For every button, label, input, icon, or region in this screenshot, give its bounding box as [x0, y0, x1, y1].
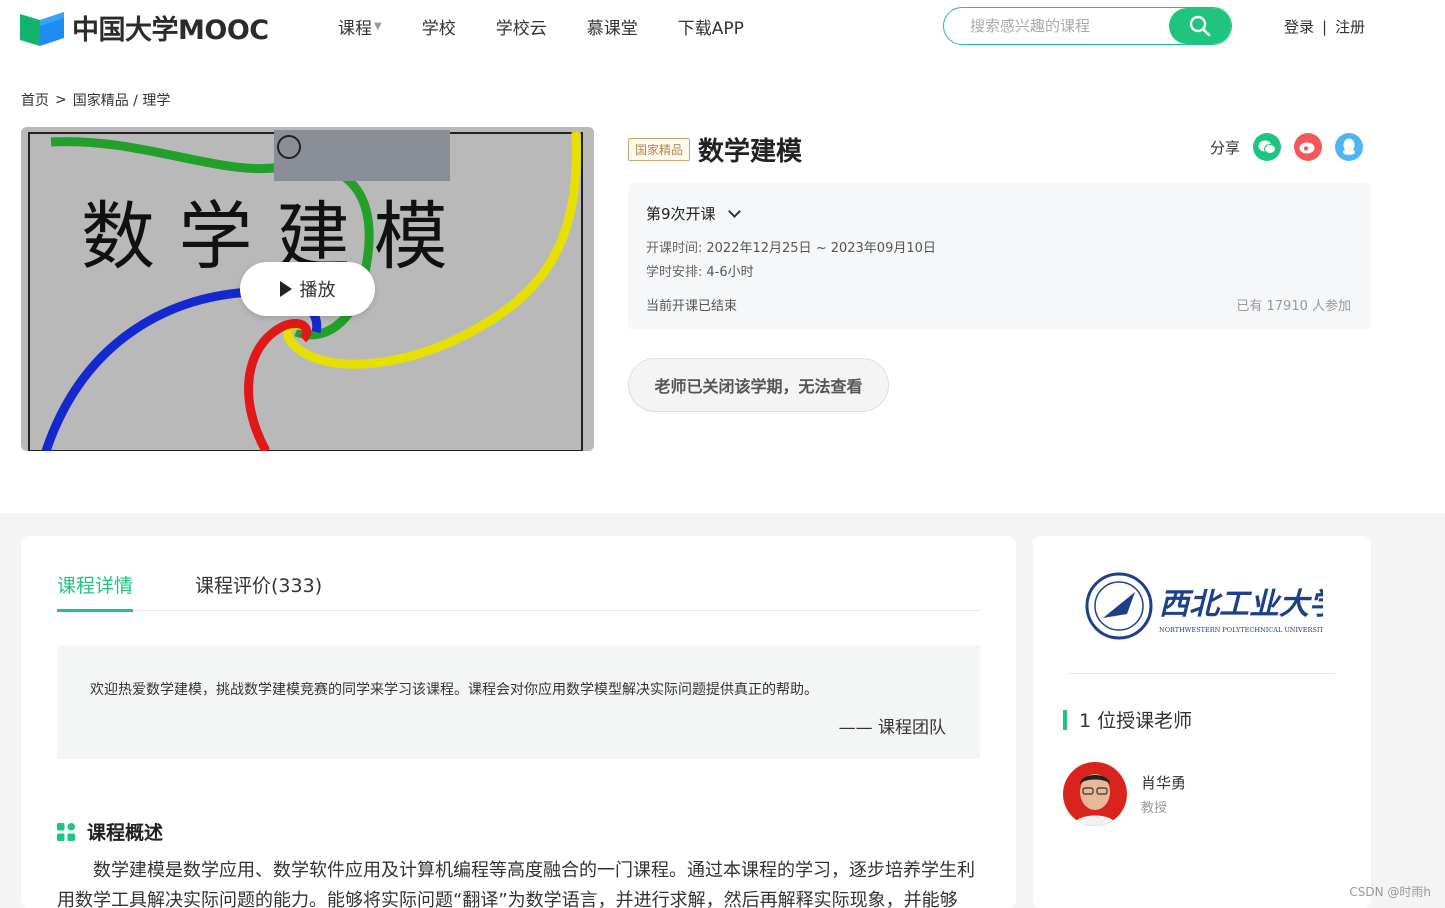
- nav-school-cloud[interactable]: 学校云: [496, 14, 547, 39]
- mooc-logo-icon: [20, 10, 66, 46]
- detail-tabs: 课程详情 课程评价(333): [57, 571, 980, 612]
- breadcrumb: 首页 > 国家精品 / 理学: [21, 90, 176, 110]
- participant-count: 已有 17910 人参加: [1236, 299, 1351, 314]
- intro-signature: —— 课程团队: [838, 718, 946, 738]
- intro-quote: 欢迎热爱数学建模，挑战数学建模竞赛的同学来学习该课程。课程会对你应用数学模型解决…: [57, 645, 980, 759]
- nav-school-cloud-label: 学校云: [495, 19, 547, 39]
- course-video-player[interactable]: 数 学 建 模 播放: [21, 127, 594, 451]
- nav-courses-label: 课程: [338, 19, 372, 39]
- auth-separator: |: [1322, 17, 1328, 36]
- term-status: 当前开课已结束: [646, 299, 738, 314]
- accent-bar: [1063, 709, 1067, 730]
- breadcrumb-home[interactable]: 首页: [21, 90, 49, 110]
- term-info-panel: 第9次开课 开课时间: 2022年12月25日 ~ 2023年09月10日 学时安…: [628, 183, 1371, 330]
- search-button[interactable]: [1169, 8, 1231, 44]
- course-detail-card: 课程详情 课程评价(333) 欢迎热爱数学建模，挑战数学建模竞赛的同学来学习该课…: [21, 536, 1016, 908]
- top-header: 中国大学MOOC 课程 ▼ 学校 学校云 慕课堂 下载APP 登录 | 注册: [0, 0, 1445, 56]
- university-logo[interactable]: 西北工业大学 NORTHWESTERN POLYTECHNICAL UNIVER…: [1083, 566, 1343, 646]
- chevron-down-icon: [727, 204, 741, 218]
- weibo-icon[interactable]: [1294, 133, 1323, 161]
- teacher-title: 教授: [1141, 801, 1168, 816]
- term-time: 开课时间: 2022年12月25日 ~ 2023年09月10日: [646, 237, 936, 256]
- nav-schools-label: 学校: [421, 19, 456, 39]
- course-title: 数学建模: [698, 137, 803, 167]
- term-selector[interactable]: 第9次开课: [646, 203, 741, 224]
- term-hours-label: 学时安排:: [646, 265, 703, 280]
- main-nav: 课程 ▼ 学校 学校云 慕课堂 下载APP: [338, 14, 784, 39]
- nav-schools[interactable]: 学校: [422, 14, 456, 39]
- grid-icon: [57, 822, 75, 841]
- nav-courses[interactable]: 课程 ▼: [338, 14, 382, 39]
- search-icon: [1189, 15, 1211, 37]
- nav-download-app-label: 下载APP: [677, 19, 744, 39]
- logo-text: 中国大学MOOC: [72, 15, 269, 46]
- term-label: 第9次开课: [646, 205, 716, 223]
- play-icon: [279, 281, 292, 297]
- play-label: 播放: [299, 280, 336, 301]
- term-hours: 学时安排: 4-6小时: [646, 261, 754, 280]
- term-hours-value: 4-6小时: [706, 265, 754, 280]
- auth-links: 登录 | 注册: [1284, 16, 1365, 37]
- university-card: 西北工业大学 NORTHWESTERN POLYTECHNICAL UNIVER…: [1033, 536, 1371, 908]
- share-label: 分享: [1210, 138, 1241, 157]
- term-closed-button[interactable]: 老师已关闭该学期，无法查看: [628, 358, 889, 412]
- term-time-label: 开课时间:: [646, 241, 703, 256]
- wechat-icon[interactable]: [1253, 133, 1282, 161]
- university-name: 西北工业大学: [1159, 587, 1323, 622]
- search-input[interactable]: [944, 8, 1170, 44]
- overview-title: 课程概述: [87, 822, 164, 844]
- tab-course-reviews[interactable]: 课程评价(333): [195, 571, 322, 611]
- qq-icon[interactable]: [1335, 133, 1364, 161]
- university-name-en: NORTHWESTERN POLYTECHNICAL UNIVERSITY: [1159, 626, 1323, 634]
- teacher-info: 肖华勇 教授: [1141, 772, 1186, 816]
- caret-down-icon: ▼: [374, 21, 382, 32]
- avatar: [1063, 762, 1127, 826]
- nav-mooc-class-label: 慕课堂: [586, 19, 638, 39]
- share-bar: 分享: [1210, 133, 1364, 161]
- play-button[interactable]: 播放: [240, 262, 375, 316]
- course-tag: 国家精品: [628, 138, 691, 161]
- breadcrumb-separator: >: [55, 92, 67, 108]
- teacher-count-heading: 1 位授课老师: [1063, 706, 1192, 733]
- overview-heading: 课程概述: [57, 818, 163, 845]
- breadcrumb-path[interactable]: 国家精品 / 理学: [73, 90, 171, 110]
- intro-text: 欢迎热爱数学建模，挑战数学建模竞赛的同学来学习该课程。课程会对你应用数学模型解决…: [90, 682, 818, 698]
- login-link[interactable]: 登录: [1284, 16, 1314, 37]
- side-divider: [1069, 673, 1335, 674]
- teacher-name: 肖华勇: [1141, 774, 1187, 792]
- overview-body: 数学建模是数学应用、数学软件应用及计算机编程等高度融合的一门课程。通过本课程的学…: [57, 860, 975, 908]
- teacher-count: 1 位授课老师: [1079, 710, 1193, 732]
- tab-course-details[interactable]: 课程详情: [57, 571, 134, 612]
- nav-download-app[interactable]: 下载APP: [678, 14, 744, 39]
- nav-mooc-class[interactable]: 慕课堂: [587, 14, 638, 39]
- course-title-row: 国家精品 数学建模: [628, 131, 802, 168]
- watermark: CSDN @时雨h: [1349, 885, 1431, 899]
- register-link[interactable]: 注册: [1335, 16, 1365, 37]
- site-logo[interactable]: 中国大学MOOC: [20, 8, 269, 47]
- search-box: [943, 7, 1232, 45]
- teacher-item[interactable]: 肖华勇 教授: [1063, 762, 1186, 826]
- term-time-value: 2022年12月25日 ~ 2023年09月10日: [706, 241, 936, 256]
